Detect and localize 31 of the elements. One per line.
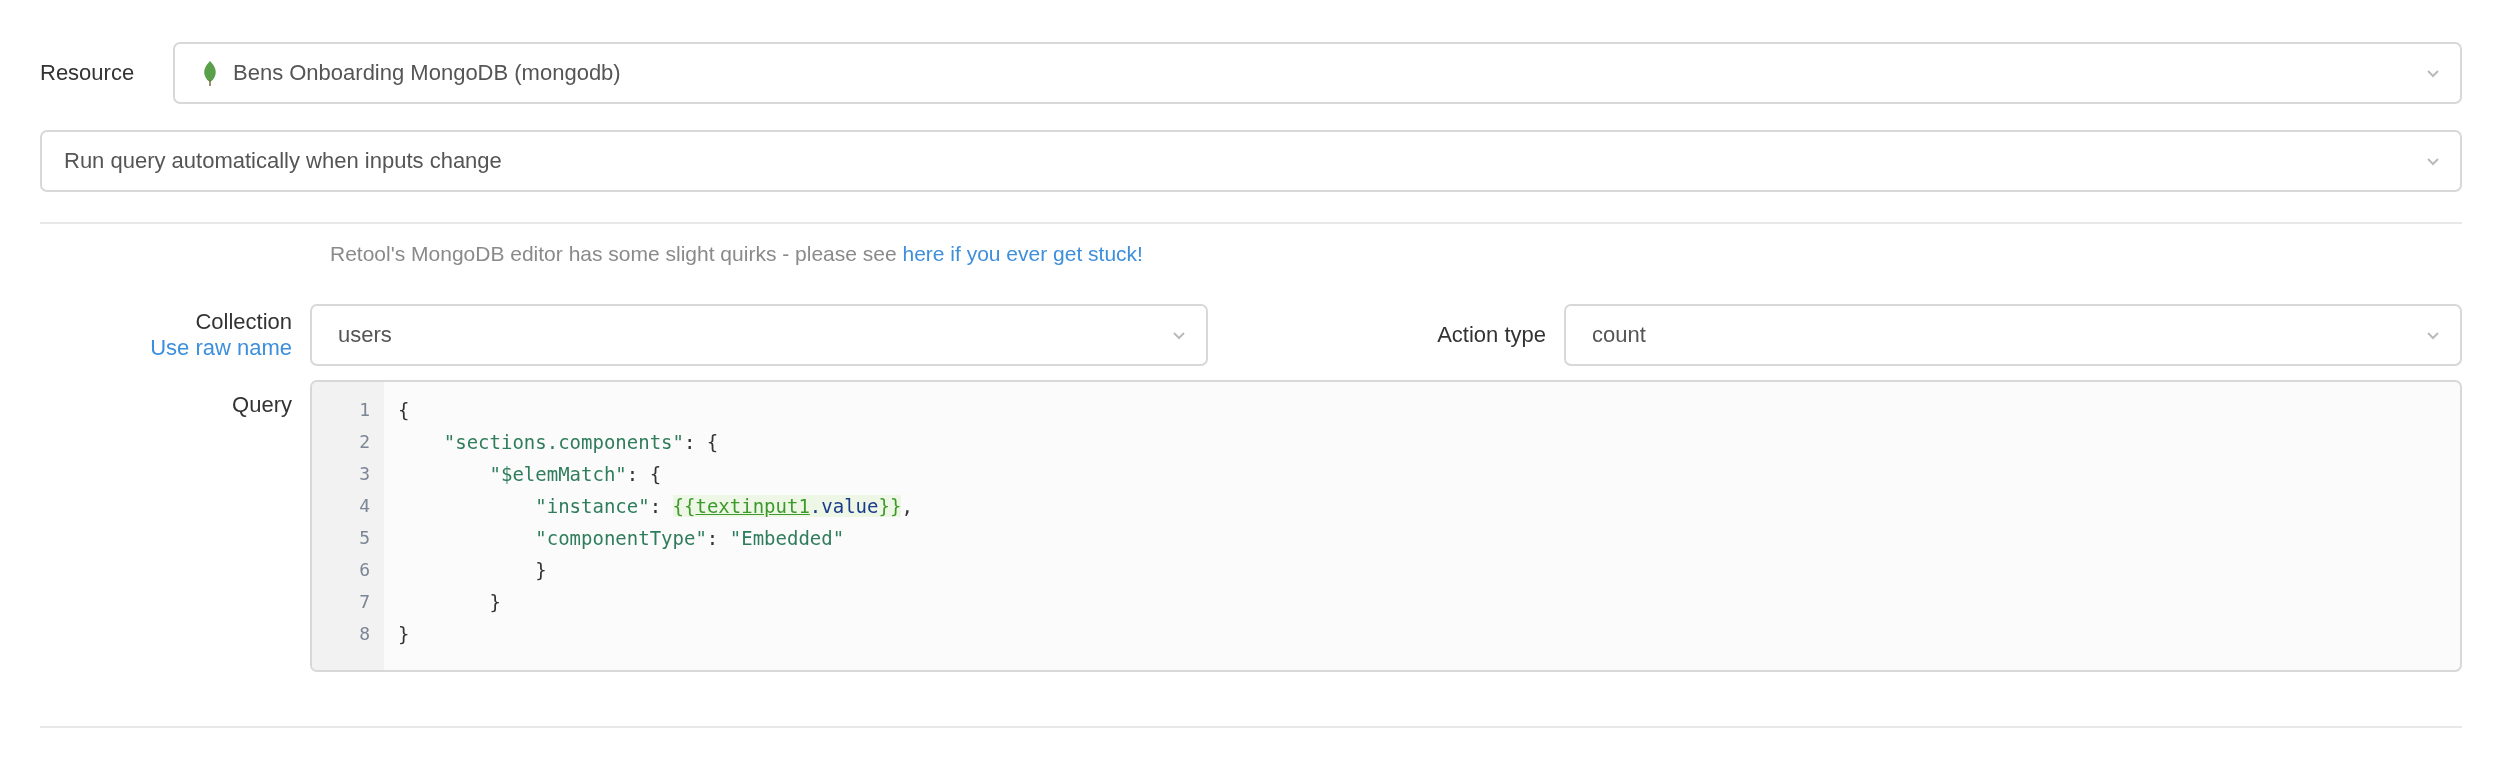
line-number: 7 — [359, 590, 370, 614]
code-line: } — [534, 558, 548, 583]
collection-select[interactable]: users — [310, 304, 1208, 366]
code-line: "$elemMatch": { — [488, 462, 663, 487]
line-number: 8 — [359, 622, 370, 646]
code-line: "instance": {{textinput1.value}}, — [534, 494, 913, 519]
editor-note: Retool's MongoDB editor has some slight quirks - please see here if you ever get stuck! — [330, 242, 1144, 266]
code-line: } — [398, 622, 411, 647]
line-number: 1 — [359, 398, 370, 422]
run-trigger-select[interactable]: Run query automatically when inputs change — [40, 130, 2462, 192]
line-number: 6 — [359, 558, 370, 582]
leaf-icon — [203, 60, 217, 86]
collection-label: Collection — [195, 309, 292, 335]
code-line: "componentType": "Embedded" — [534, 526, 846, 551]
line-number: 2 — [359, 430, 370, 454]
line-number: 5 — [359, 526, 370, 550]
query-editor[interactable]: 1 2 3 4 5 6 7 8 { "sections.components": { "$elemMatch": { "instance": {{textinput1.value}}, "componentType": "Embedded" } } } — [310, 380, 2462, 672]
line-number: 3 — [359, 462, 370, 486]
chevron-down-icon — [2426, 330, 2440, 340]
query-label: Query — [232, 392, 292, 418]
chevron-down-icon — [1172, 330, 1186, 340]
resource-select[interactable]: Bens Onboarding MongoDB (mongodb) — [173, 42, 2462, 104]
code-line: "sections.components": { — [442, 430, 720, 455]
code-line: } — [488, 590, 502, 615]
line-number: 4 — [359, 494, 370, 518]
chevron-down-icon — [2426, 68, 2440, 78]
chevron-down-icon — [2426, 156, 2440, 166]
action-type-label: Action type — [1437, 322, 1546, 348]
code-line: { — [398, 398, 411, 423]
resource-label: Resource — [40, 60, 136, 86]
action-type-select[interactable]: count — [1564, 304, 2462, 366]
